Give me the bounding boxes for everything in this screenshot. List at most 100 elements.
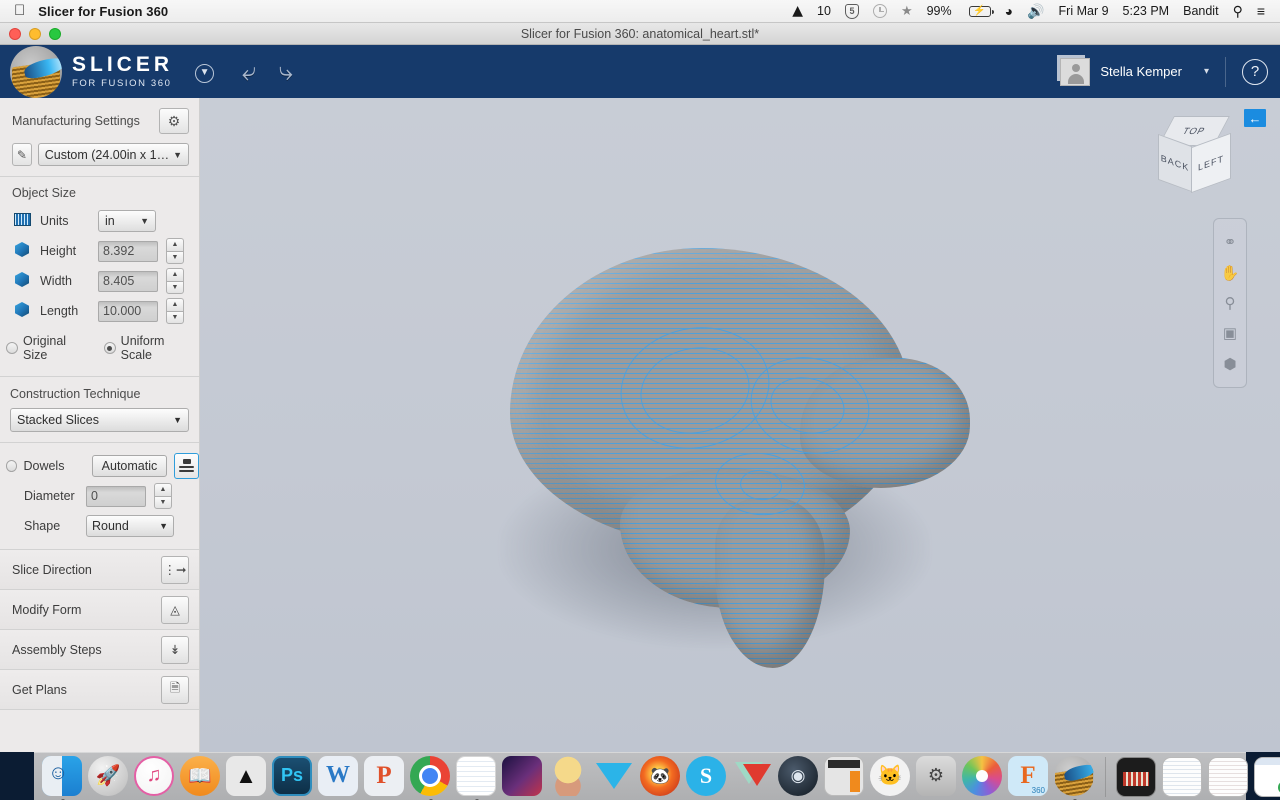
gear-icon[interactable]: ⚙ [159, 108, 189, 134]
sidebar-item-get-plans[interactable]: Get Plans 🗎 [0, 670, 199, 710]
battery-icon[interactable]: ⚡ [959, 0, 998, 23]
dock-item-ibooks-icon[interactable]: 📖 [180, 755, 222, 798]
height-input[interactable]: 8.392 [98, 240, 158, 262]
minimized-browser-window[interactable] [1254, 756, 1280, 797]
material-select[interactable]: Custom (24.00in x 1… ▼ [37, 143, 189, 166]
height-stepper[interactable]: ▲ ▼ [166, 238, 184, 264]
dock-item-game-sprite-icon[interactable] [548, 755, 590, 798]
height-stepper-down[interactable]: ▼ [166, 250, 184, 264]
length-stepper[interactable]: ▲ ▼ [166, 298, 184, 324]
dock-item-vectorworks-icon[interactable] [594, 756, 636, 798]
volume-icon[interactable]: 🔊 [1020, 0, 1051, 23]
get-plans-icon[interactable]: 🗎 [161, 675, 189, 704]
uniform-scale-radio[interactable]: Uniform Scale [103, 334, 199, 362]
dock-item-photoshop-icon[interactable]: Ps [272, 755, 314, 798]
dock-item-photos-icon[interactable] [962, 755, 1004, 798]
menu-bar-date[interactable]: Fri Mar 9 [1052, 0, 1116, 23]
redo-arrow-icon[interactable]: ⤷ [279, 56, 294, 88]
battery-percent-label[interactable]: 99% [920, 0, 959, 23]
bluetooth-icon[interactable]: ★ [894, 0, 920, 23]
apple-icon[interactable]:  [0, 3, 38, 18]
dock-item-anime-app-icon[interactable] [502, 755, 544, 798]
shield-glyph: 5 [844, 3, 859, 19]
user-name-label[interactable]: Stella Kemper [1100, 64, 1182, 79]
dowels-radio[interactable] [6, 460, 18, 472]
dock-item-meshmixer-icon[interactable] [732, 756, 774, 798]
view-cube-icon[interactable]: ⬢ [1223, 355, 1236, 373]
shape-select[interactable]: Round ▼ [86, 515, 174, 537]
avatar[interactable] [1060, 57, 1091, 86]
arrow-left-icon[interactable]: ← [1244, 109, 1266, 127]
dock-item-textedit-icon[interactable] [456, 755, 498, 800]
view-cube[interactable]: TOP BACK LEFT [1158, 116, 1232, 194]
minimized-document-window-2[interactable] [1208, 756, 1248, 797]
pencil-icon[interactable]: ✎ [12, 143, 32, 166]
fit-to-window-icon[interactable]: ▣ [1223, 324, 1237, 342]
diameter-stepper[interactable]: ▲ ▼ [154, 483, 172, 509]
clock-icon[interactable] [866, 0, 894, 23]
minimized-document-window[interactable] [1162, 756, 1202, 797]
menu-bar-user[interactable]: Bandit [1176, 0, 1225, 23]
construction-technique-select[interactable]: Stacked Slices ▼ [10, 408, 189, 432]
dock-item-finder-icon[interactable] [42, 755, 84, 800]
autodesk-a-icon[interactable]: ▲ [785, 0, 810, 23]
assembly-steps-icon[interactable]: ↡ [161, 635, 189, 664]
length-stepper-down[interactable]: ▼ [166, 310, 184, 324]
modify-form-icon[interactable]: ◬ [161, 595, 189, 624]
units-select[interactable]: in ▼ [98, 210, 156, 232]
menu-bar-time[interactable]: 5:23 PM [1116, 0, 1177, 23]
dowels-automatic-button[interactable]: Automatic [91, 455, 168, 477]
dock-item-calculator-icon[interactable] [824, 755, 866, 798]
diameter-stepper-down[interactable]: ▼ [154, 495, 172, 509]
dock-item-powerpoint-icon[interactable]: P [364, 755, 406, 798]
dock-item-word-icon[interactable]: W [318, 755, 360, 798]
dock-item-inkscape-icon[interactable]: ▲ [226, 755, 268, 798]
autodesk-count-label[interactable]: 10 [810, 0, 838, 23]
minimized-keynote-window[interactable] [1116, 756, 1156, 797]
original-size-radio[interactable]: Original Size [6, 334, 94, 362]
get-plans-label: Get Plans [12, 682, 67, 697]
zoom-magnifier-icon[interactable]: ⚲ [1225, 294, 1236, 312]
sidebar-item-assembly-steps[interactable]: Assembly Steps ↡ [0, 630, 199, 670]
3d-viewport[interactable]: TOP BACK LEFT ← ⚭ ✋ ⚲ ▣ ⬢ [200, 98, 1280, 752]
wifi-icon[interactable]: ◕ [998, 0, 1020, 23]
dock-item-launchpad-icon[interactable]: 🚀 [88, 755, 130, 798]
dock-item-scratch-icon[interactable]: 🐱 [870, 755, 912, 798]
spotlight-search-icon[interactable]: ⚲ [1226, 0, 1250, 23]
pan-hand-icon[interactable]: ✋ [1221, 264, 1240, 282]
width-input[interactable]: 8.405 [98, 270, 158, 292]
sliced-heart-model[interactable] [500, 238, 980, 668]
menu-bar-app-name[interactable]: Slicer for Fusion 360 [38, 4, 168, 19]
length-stepper-up[interactable]: ▲ [166, 298, 184, 311]
width-label: Width [40, 274, 72, 288]
help-button[interactable]: ? [1242, 58, 1268, 85]
undo-arrow-icon[interactable]: ⤶ [242, 56, 257, 88]
dock-item-chrome-icon[interactable] [410, 755, 452, 800]
width-stepper[interactable]: ▲ ▼ [166, 268, 184, 294]
app-menu-dropdown-button[interactable]: ▼ [195, 60, 215, 83]
notification-center-icon[interactable]: ≡ [1250, 0, 1272, 23]
height-stepper-up[interactable]: ▲ [166, 238, 184, 251]
user-menu-caret-icon[interactable]: ▾ [1204, 66, 1209, 77]
diameter-input[interactable]: 0 [86, 485, 146, 507]
orbit-icon[interactable]: ⚭ [1224, 233, 1237, 251]
shield-icon[interactable]: 5 [838, 0, 866, 23]
dock-item-steam-icon[interactable]: ◉ [778, 755, 820, 798]
slice-direction-icon[interactable]: ⋮➞ [161, 555, 189, 584]
length-input[interactable]: 10.000 [98, 300, 158, 322]
dock-item-slicer-icon[interactable] [1054, 755, 1096, 800]
width-stepper-up[interactable]: ▲ [166, 268, 184, 281]
app-logo[interactable]: SLICER FOR FUSION 360 [0, 45, 173, 98]
dock-item-fusion360-icon[interactable]: F 360 [1008, 755, 1050, 798]
sidebar-item-modify-form[interactable]: Modify Form ◬ [0, 590, 199, 630]
dock-item-itunes-icon[interactable]: ♫ [134, 755, 176, 798]
dowels-label: Dowels [23, 459, 65, 473]
dowel-stack-icon[interactable] [174, 453, 199, 479]
width-stepper-down[interactable]: ▼ [166, 280, 184, 294]
sidebar-item-slice-direction[interactable]: Slice Direction ⋮➞ [0, 550, 199, 590]
dock-item-disk-utility-icon[interactable]: ⚙ [916, 755, 958, 798]
diameter-stepper-up[interactable]: ▲ [154, 483, 172, 496]
dock-divider [1105, 756, 1106, 797]
dock-item-firefox-icon[interactable]: 🐼 [640, 755, 682, 798]
dock-item-skype-icon[interactable]: S [686, 755, 728, 798]
